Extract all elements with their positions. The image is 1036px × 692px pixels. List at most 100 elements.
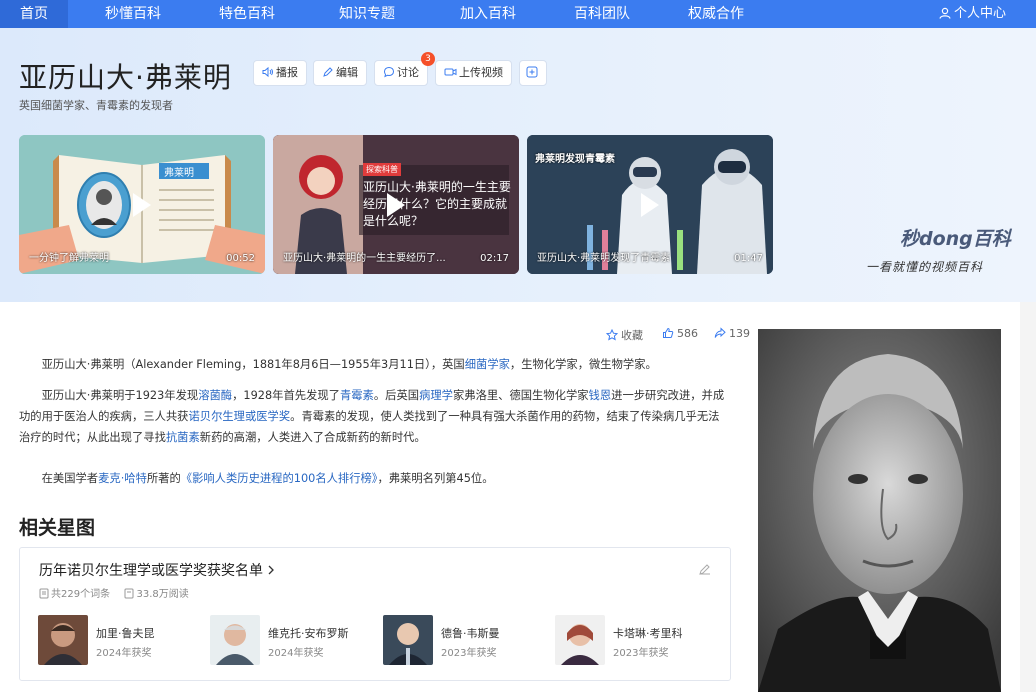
page-subtitle: 英国细菌学家、青霉素的发现者: [19, 99, 173, 112]
pencil-icon[interactable]: [698, 562, 712, 576]
discuss-button[interactable]: 讨论: [374, 60, 428, 86]
person-award-year: 2023年获奖: [613, 648, 669, 659]
video-caption: 一分钟了解弗莱明: [29, 253, 109, 264]
person-name: 卡塔琳·考里科: [613, 627, 683, 640]
book-label: 弗莱明: [164, 168, 194, 179]
play-icon: [641, 192, 659, 217]
video-camera-icon: [444, 68, 457, 76]
user-icon: [939, 7, 951, 19]
edit-label: 编辑: [336, 66, 358, 79]
section-title-related: 相关星图: [19, 517, 96, 539]
text-span: 。后英国: [373, 389, 420, 402]
nav-cooperation[interactable]: 权威合作: [688, 0, 744, 28]
video-duration: 01:47: [734, 253, 763, 264]
avatar: [210, 615, 260, 665]
person-name: 加里·鲁夫昆: [96, 627, 155, 640]
text-span: 亚历山大·弗莱明于1923年发现: [41, 389, 199, 402]
discuss-count-badge: 3: [421, 52, 435, 66]
link-lysozyme[interactable]: 溶菌酶: [198, 389, 232, 402]
page-scrollbar[interactable]: [1020, 302, 1036, 692]
miaodong-logo: 秒dong百科: [900, 228, 1011, 250]
play-icon: [133, 192, 151, 217]
related-list-meta: 共229个词条 33.8万阅读: [39, 585, 189, 600]
nav-miaodong[interactable]: 秒懂百科: [105, 0, 161, 28]
nav-featured[interactable]: 特色百科: [219, 0, 275, 28]
report-label: 播报: [276, 66, 298, 79]
reading-icon: [124, 588, 134, 599]
video-duration: 00:52: [226, 253, 255, 264]
link-antibiotics[interactable]: 抗菌素: [166, 431, 200, 444]
pencil-icon: [323, 67, 333, 77]
like-count: 586: [677, 327, 698, 340]
link-pathology[interactable]: 病理学: [419, 389, 453, 402]
intro-paragraph-1: 亚历山大·弗莱明（Alexander Fleming，1881年8月6日—195…: [19, 354, 729, 375]
nav-team[interactable]: 百科团队: [574, 0, 630, 28]
share-icon: [714, 327, 726, 338]
text-span: 所著的: [146, 472, 181, 485]
text-span: 家弗洛里、德国生物化学家: [452, 389, 589, 402]
play-icon: [387, 192, 405, 217]
hero-section: 亚历山大·弗莱明 英国细菌学家、青霉素的发现者 播报 编辑 讨论 3 上传视频: [0, 28, 1036, 302]
edit-button[interactable]: 编辑: [313, 60, 367, 86]
collect-label: 收藏: [621, 329, 643, 342]
top-nav: 首页 秒懂百科 特色百科 知识专题 加入百科 百科团队 权威合作 个人中心: [0, 0, 1036, 28]
chevron-right-icon: [268, 565, 274, 575]
related-list-title[interactable]: 历年诺贝尔生理学或医学奖获奖名单: [39, 560, 276, 580]
link-nobel-prize[interactable]: 诺贝尔生理或医学奖: [188, 410, 290, 423]
text-span: ，生物化学家，微生物学家。: [509, 358, 657, 371]
video-card-1[interactable]: 弗莱明 一分钟了解弗莱明 00:52: [19, 135, 265, 274]
text-span: 新药的高潮，人类进入了合成新药的新时代。: [199, 431, 426, 444]
report-button[interactable]: 播报: [253, 60, 307, 86]
text-span: ，1928年首先发现了: [232, 389, 340, 402]
document-icon: [39, 588, 49, 599]
speaker-icon: [262, 66, 273, 78]
user-center-link[interactable]: 个人中心: [939, 0, 1006, 28]
text-span: ，弗莱明名列第45位。: [377, 472, 494, 485]
share-count: 139: [729, 327, 750, 340]
text-span: 在美国学者: [41, 472, 99, 485]
link-michael-hart[interactable]: 麦克·哈特: [98, 472, 147, 485]
avatar: [383, 615, 433, 665]
link-top-100-list[interactable]: 《影响人类历史进程的100名人排行榜》: [181, 472, 378, 485]
portrait-photo[interactable]: [758, 329, 1001, 692]
related-star-map-card: 历年诺贝尔生理学或医学奖获奖名单 共229个词条 33.8万阅读 加里·鲁夫昆 …: [19, 547, 731, 681]
intro-paragraph-2: 亚历山大·弗莱明于1923年发现溶菌酶，1928年首先发现了青霉素。后英国病理学…: [19, 385, 729, 448]
plus-square-icon: [526, 66, 538, 78]
nav-join[interactable]: 加入百科: [460, 0, 516, 28]
user-center-label: 个人中心: [953, 6, 1006, 21]
nav-topics[interactable]: 知识专题: [339, 0, 395, 28]
read-count: 33.8万阅读: [136, 589, 189, 600]
person-award-year: 2024年获奖: [268, 648, 324, 659]
avatar: [555, 615, 605, 665]
chat-bubble-icon: [383, 66, 395, 78]
discuss-label: 讨论: [397, 66, 419, 79]
intro-paragraph-3: 在美国学者麦克·哈特所著的《影响人类历史进程的100名人排行榜》，弗莱明名列第4…: [19, 468, 729, 489]
thumbs-up-icon: [663, 327, 674, 338]
link-penicillin[interactable]: 青霉素: [340, 389, 374, 402]
video-caption: 亚历山大·弗莱明的一生主要经历了...: [283, 253, 446, 264]
like-button[interactable]: 586: [662, 327, 698, 340]
video-overlay-text: 弗莱明发现青霉素: [535, 154, 615, 165]
portrait-illustration: [758, 329, 1001, 692]
person-award-year: 2024年获奖: [96, 648, 152, 659]
entry-count: 共229个词条: [51, 589, 111, 600]
upload-video-button[interactable]: 上传视频: [435, 60, 512, 86]
avatar: [38, 615, 88, 665]
link-chain[interactable]: 钱恩: [589, 389, 612, 402]
upload-video-label: 上传视频: [459, 66, 503, 79]
video-caption: 亚历山大·弗莱明发现了青霉素: [537, 253, 671, 264]
add-button[interactable]: [519, 60, 547, 86]
video-tag: 探索科普: [363, 163, 401, 176]
collect-button[interactable]: 收藏: [605, 327, 643, 343]
person-name: 维克托·安布罗斯: [268, 627, 349, 640]
video-card-2[interactable]: 探索科普 亚历山大·弗莱明的一生主要经历了什么？它的主要成就是什么呢？ 亚历山大…: [273, 135, 519, 274]
nav-home[interactable]: 首页: [0, 0, 68, 28]
text-span: 亚历山大·弗莱明（Alexander Fleming，1881年8月6日—195…: [41, 358, 465, 371]
video-duration: 02:17: [480, 253, 509, 264]
video-card-3[interactable]: 弗莱明发现青霉素 亚历山大·弗莱明发现了青霉素 01:47: [527, 135, 773, 274]
star-icon: [605, 328, 619, 341]
person-award-year: 2023年获奖: [441, 648, 497, 659]
share-button[interactable]: 139: [714, 327, 750, 340]
page-title: 亚历山大·弗莱明: [19, 61, 232, 94]
link-bacteriologist[interactable]: 细菌学家: [465, 358, 510, 371]
